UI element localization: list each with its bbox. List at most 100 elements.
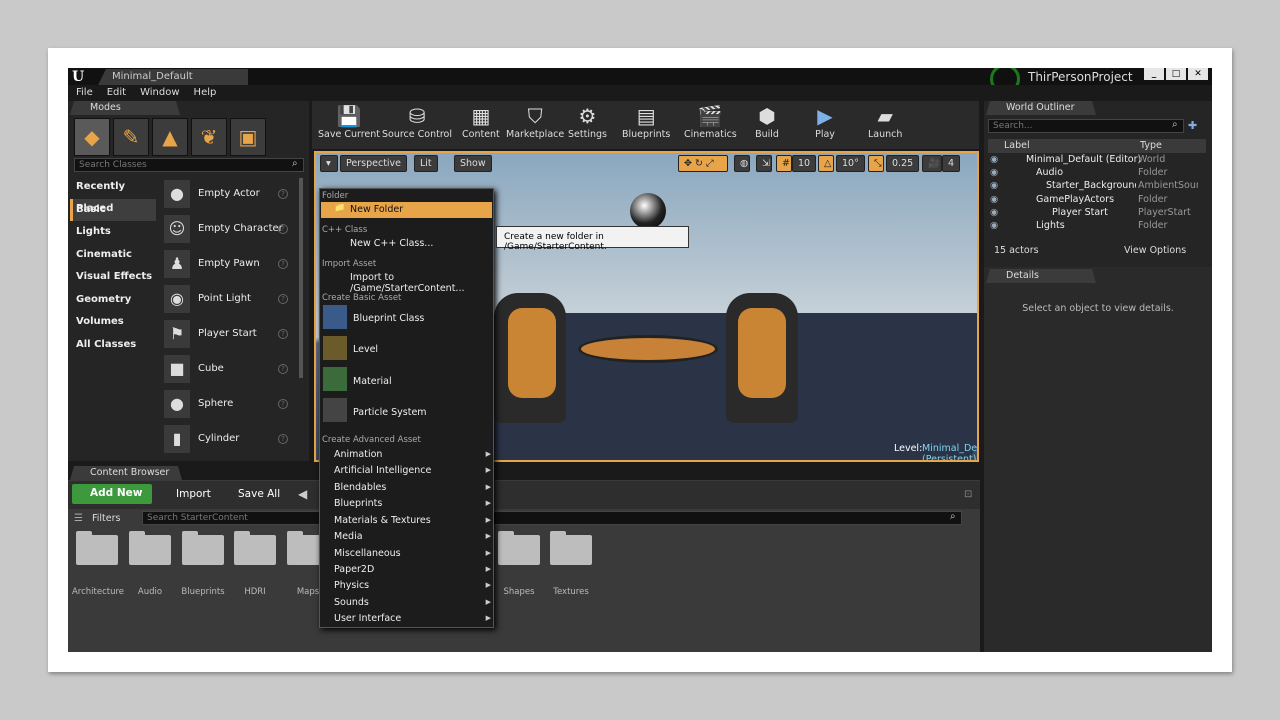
submenu-animation[interactable]: Animation (334, 449, 382, 460)
category-geometry[interactable]: Geometry (70, 289, 156, 312)
import-to-item[interactable]: Import to /Game/StarterContent... (350, 272, 493, 294)
maximize-button[interactable]: □ (1166, 68, 1186, 80)
submenu-blueprints[interactable]: Blueprints (334, 498, 382, 509)
help-icon[interactable]: ? (278, 328, 288, 339)
scale-snap-value[interactable]: 0.25 (886, 155, 920, 172)
sources-toggle-icon[interactable]: ☰ (74, 513, 83, 524)
actor-sphere[interactable]: ● Sphere? (158, 386, 298, 421)
rotation-snap-value[interactable]: 10° (836, 155, 865, 172)
new-cpp-class-item[interactable]: New C++ Class... (350, 238, 433, 249)
source-control-button[interactable]: ⛁ Source Control (382, 103, 452, 147)
help-icon[interactable]: ? (278, 398, 288, 409)
add-filter-icon[interactable]: ✚ (1188, 119, 1197, 132)
place-mode-icon[interactable]: ◆ (74, 118, 110, 156)
content-button[interactable]: ▦ Content (462, 103, 500, 147)
view-options-button[interactable]: View Options (1124, 245, 1186, 256)
world-outliner-tab[interactable]: World Outliner (986, 101, 1096, 115)
help-icon[interactable]: ? (278, 223, 288, 234)
show-button[interactable]: Show (454, 155, 492, 172)
menu-file[interactable]: File (76, 85, 93, 101)
geometry-mode-icon[interactable]: ▣ (230, 118, 266, 156)
grid-snap-icon[interactable]: # (776, 155, 792, 172)
camera-speed-value[interactable]: 4 (942, 155, 961, 172)
actor-empty-actor[interactable]: ● Empty Actor? (158, 176, 298, 211)
category-visual-effects[interactable]: Visual Effects (70, 266, 156, 289)
play-button[interactable]: ▶ Play (812, 103, 838, 147)
submenu-sounds[interactable]: Sounds (334, 597, 369, 608)
actor-player-start[interactable]: ⚑ Player Start? (158, 316, 298, 351)
save-current-button[interactable]: 💾 Save Current (318, 103, 380, 147)
perspective-button[interactable]: Perspective (340, 155, 408, 172)
category-all-classes[interactable]: All Classes (70, 334, 156, 357)
scale-snap-icon[interactable]: ⤡ (868, 155, 884, 172)
content-browser-tab[interactable]: Content Browser (70, 466, 182, 480)
category-recently-placed[interactable]: Recently Placed (70, 176, 156, 214)
outliner-row[interactable]: ◉ Minimal_Default (Editor) World (988, 154, 1198, 167)
help-icon[interactable]: ? (278, 188, 288, 199)
menu-edit[interactable]: Edit (107, 85, 126, 101)
blueprints-button[interactable]: ▤ Blueprints (622, 103, 670, 147)
submenu-user-interface[interactable]: User Interface (334, 613, 401, 624)
details-tab[interactable]: Details (986, 269, 1096, 283)
rotation-snap-icon[interactable]: △ (818, 155, 834, 172)
outliner-row[interactable]: ◉ Player Start PlayerStart (988, 207, 1198, 220)
category-cinematic[interactable]: Cinematic (70, 244, 156, 267)
camera-speed-icon[interactable]: 🎥 (922, 155, 942, 172)
filters-button[interactable]: Filters (92, 513, 120, 524)
outliner-row[interactable]: ◉Starter_Background_CAmbientSoun (988, 180, 1198, 193)
import-button[interactable]: Import (162, 488, 211, 500)
level-item[interactable]: Level (353, 344, 378, 355)
help-icon[interactable]: ? (278, 258, 288, 269)
minimize-button[interactable]: _ (1144, 68, 1164, 80)
help-icon[interactable]: ? (278, 363, 288, 374)
settings-button[interactable]: ⚙ Settings (568, 103, 607, 147)
outliner-search-input[interactable]: Search... (988, 119, 1184, 133)
material-item[interactable]: Material (353, 376, 392, 387)
outliner-row[interactable]: ◉ Audio Folder (988, 167, 1198, 180)
grid-size[interactable]: 10 (792, 155, 817, 172)
actor-empty-pawn[interactable]: ♟ Empty Pawn? (158, 246, 298, 281)
viewport-options-button[interactable]: ▾ (320, 155, 338, 172)
submenu-paper2d[interactable]: Paper2D (334, 564, 374, 575)
category-volumes[interactable]: Volumes (70, 311, 156, 334)
help-icon[interactable]: ? (278, 433, 288, 444)
particle-system-item[interactable]: Particle System (353, 407, 427, 418)
new-folder-item[interactable]: New Folder (350, 204, 403, 215)
marketplace-button[interactable]: ⛉ Marketplace (506, 103, 564, 147)
outliner-row[interactable]: ◉ Lights Folder (988, 220, 1198, 233)
lock-icon[interactable]: ⊡ (964, 489, 972, 500)
submenu-media[interactable]: Media (334, 531, 363, 542)
modes-tab[interactable]: Modes (70, 101, 180, 115)
actor-empty-character[interactable]: ☺ Empty Character? (158, 211, 298, 246)
close-button[interactable]: ✕ (1188, 68, 1208, 80)
actor-cube[interactable]: ■ Cube? (158, 351, 298, 386)
paint-mode-icon[interactable]: ✎ (113, 118, 149, 156)
col-label[interactable]: Label (1004, 139, 1030, 153)
transform-tools[interactable]: ✥ ↻ ⤢ (678, 155, 728, 172)
save-all-button[interactable]: Save All (224, 488, 280, 500)
back-arrow-icon[interactable]: ◀ (298, 487, 307, 501)
col-type[interactable]: Type (1140, 139, 1162, 153)
launch-button[interactable]: ▰ Launch (868, 103, 902, 147)
actor-cylinder[interactable]: ▮ Cylinder? (158, 421, 298, 456)
landscape-mode-icon[interactable]: ▲ (152, 118, 188, 156)
lit-button[interactable]: Lit (414, 155, 438, 172)
submenu-ai[interactable]: Artificial Intelligence (334, 465, 431, 476)
submenu-physics[interactable]: Physics (334, 580, 369, 591)
build-button[interactable]: ⬢ Build (754, 103, 780, 147)
actor-point-light[interactable]: ◉ Point Light? (158, 281, 298, 316)
cb-search-input[interactable]: Search StarterContent (142, 511, 962, 525)
add-new-button[interactable]: Add New (72, 484, 152, 504)
outliner-row[interactable]: ◉ GamePlayActors Folder (988, 194, 1198, 207)
menu-help[interactable]: Help (194, 85, 217, 101)
help-icon[interactable]: ? (278, 293, 288, 304)
level-tab[interactable]: Minimal_Default (98, 69, 248, 85)
submenu-materials-textures[interactable]: Materials & Textures (334, 515, 431, 526)
menu-window[interactable]: Window (140, 85, 179, 101)
blueprint-class-item[interactable]: Blueprint Class (353, 313, 424, 324)
world-local-icon[interactable]: ◍ (734, 155, 750, 172)
search-classes-input[interactable]: Search Classes (74, 158, 304, 172)
submenu-miscellaneous[interactable]: Miscellaneous (334, 548, 401, 559)
surface-snap-icon[interactable]: ⇲ (756, 155, 772, 172)
category-lights[interactable]: Lights (70, 221, 156, 244)
